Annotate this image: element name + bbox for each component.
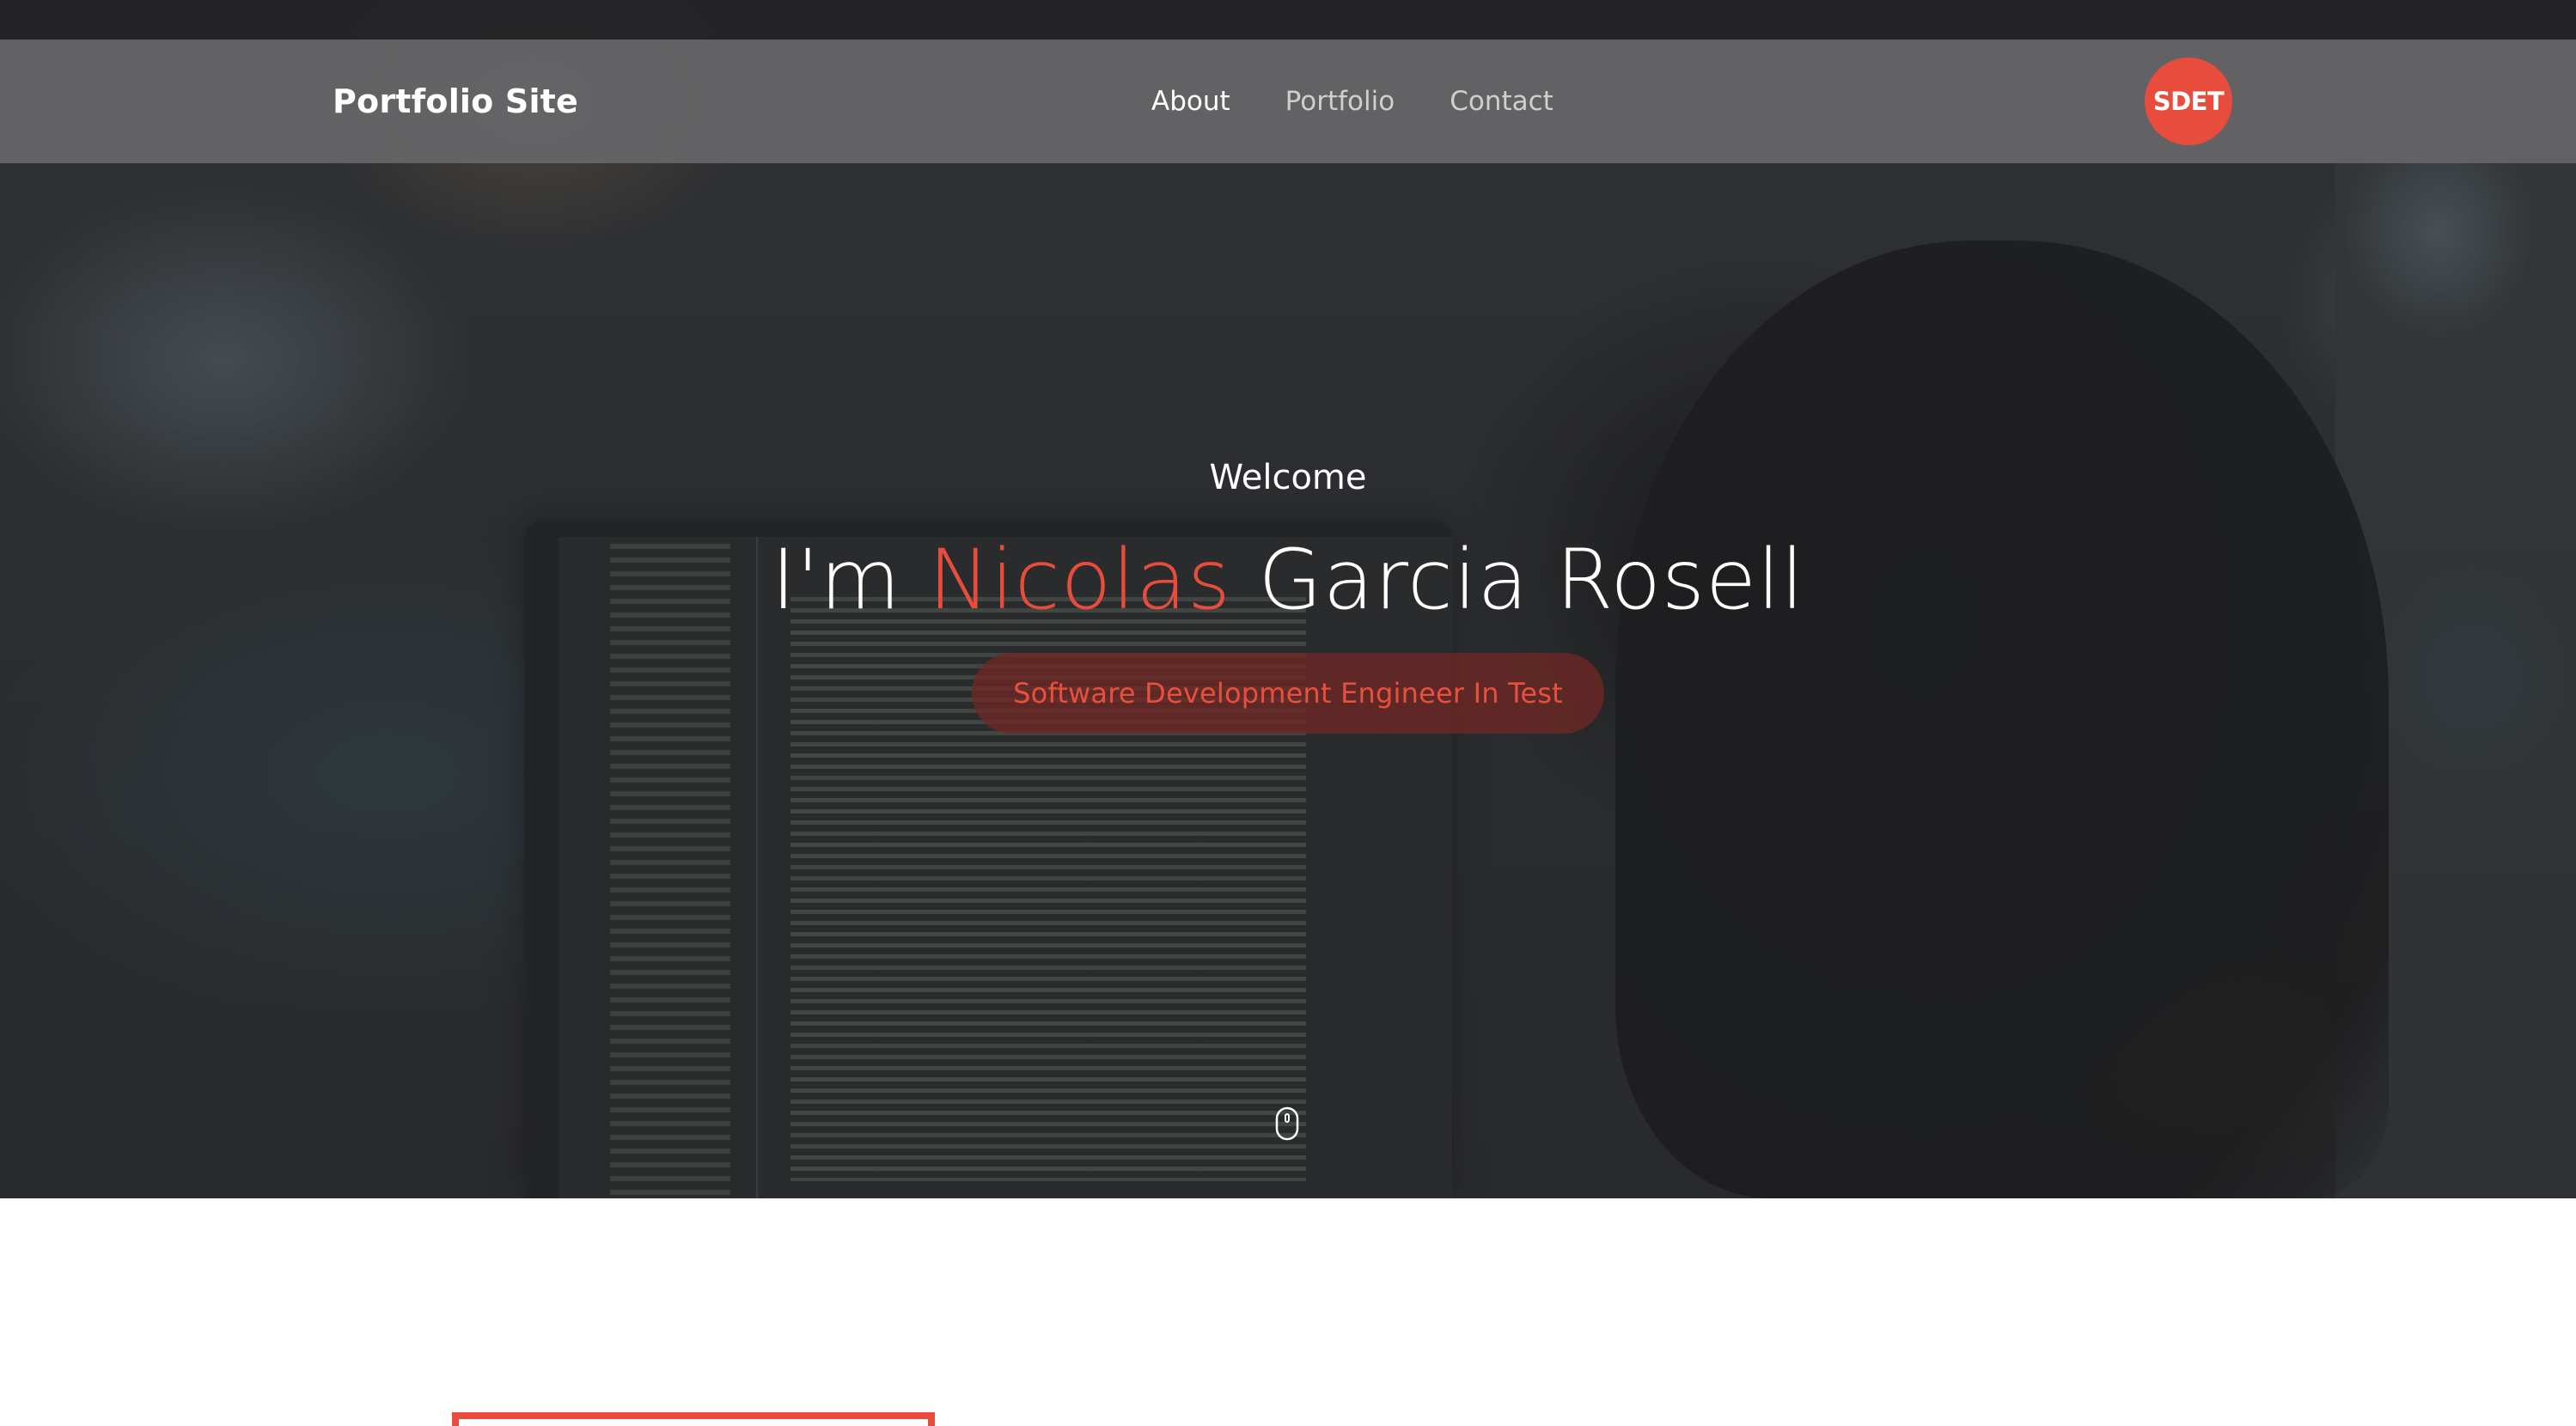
nav-link-contact[interactable]: Contact <box>1450 86 1554 117</box>
page: Portfolio Site About Portfolio Contact S… <box>0 0 2576 1426</box>
hero-title-highlight: Nicolas <box>928 532 1231 628</box>
hero-title: I'm Nicolas Garcia Rosell <box>0 533 2576 627</box>
hero-title-prefix: I'm <box>771 532 929 628</box>
hero-content: Welcome I'm Nicolas Garcia Rosell Softwa… <box>0 447 2576 734</box>
sdet-badge[interactable]: SDET <box>2145 58 2232 145</box>
top-strip <box>0 0 2576 40</box>
nav-links: About Portfolio Contact <box>1151 40 1554 163</box>
about-section-frame <box>452 1412 935 1426</box>
nav-link-about[interactable]: About <box>1151 86 1230 117</box>
nav-link-portfolio[interactable]: Portfolio <box>1285 86 1395 117</box>
role-pill: Software Development Engineer In Test <box>972 653 1604 734</box>
hero-welcome: Welcome <box>1209 458 1367 497</box>
brand-link[interactable]: Portfolio Site <box>333 40 578 163</box>
hero-title-suffix: Garcia Rosell <box>1230 532 1805 628</box>
mouse-scroll-icon[interactable] <box>1275 1106 1299 1141</box>
